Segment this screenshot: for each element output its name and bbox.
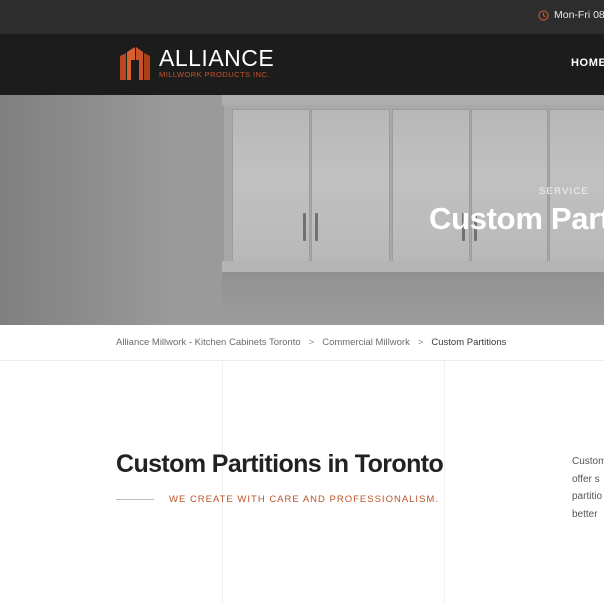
breadcrumb-separator: > <box>308 337 315 348</box>
site-header: ALLIANCE MILLWORK PRODUCTS INC. HOME <box>0 34 604 95</box>
business-hours: Mon-Fri 08 <box>538 9 604 21</box>
breadcrumb: Alliance Millwork - Kitchen Cabinets Tor… <box>116 337 506 348</box>
intro-line: offer s <box>572 473 600 485</box>
hero-kicker: SERVICE <box>539 186 589 197</box>
logo-wordmark: ALLIANCE <box>159 44 275 71</box>
nav-home-link[interactable]: HOME <box>571 57 604 69</box>
main-content: Custom Partitions in Toronto WE CREATE W… <box>0 361 604 604</box>
breadcrumb-separator: > <box>417 337 424 348</box>
site-logo[interactable]: ALLIANCE MILLWORK PRODUCTS INC. <box>118 43 274 83</box>
page-heading: Custom Partitions in Toronto <box>116 450 444 478</box>
breadcrumb-commercial-millwork-link[interactable]: Commercial Millwork <box>322 337 410 348</box>
breadcrumb-home-link[interactable]: Alliance Millwork - Kitchen Cabinets Tor… <box>116 337 301 348</box>
business-hours-text: Mon-Fri 08 <box>554 9 604 21</box>
intro-line: partitio <box>572 491 603 502</box>
top-info-bar: Mon-Fri 08 <box>0 0 604 34</box>
intro-line: Custom <box>572 456 604 467</box>
tagline-row: WE CREATE WITH CARE AND PROFESSIONALISM. <box>116 494 439 505</box>
hero-title: Custom Partitions <box>429 201 604 236</box>
alliance-logo-icon <box>120 47 150 80</box>
clock-icon <box>538 9 549 21</box>
grid-divider <box>222 361 223 604</box>
breadcrumb-bar: Alliance Millwork - Kitchen Cabinets Tor… <box>0 325 604 361</box>
page: Mon-Fri 08 ALLIANCE MILLWORK PRODUCTS IN… <box>0 0 604 604</box>
hero-banner: SERVICE Custom Partitions <box>0 95 604 325</box>
tagline: WE CREATE WITH CARE AND PROFESSIONALISM. <box>169 494 439 505</box>
breadcrumb-current: Custom Partitions <box>431 337 507 348</box>
grid-divider <box>444 361 445 604</box>
intro-paragraph: Custom offer s partitio better <box>572 453 604 523</box>
intro-line: better <box>572 508 598 520</box>
tagline-divider <box>116 499 154 500</box>
logo-tagline: MILLWORK PRODUCTS INC. <box>159 69 270 79</box>
